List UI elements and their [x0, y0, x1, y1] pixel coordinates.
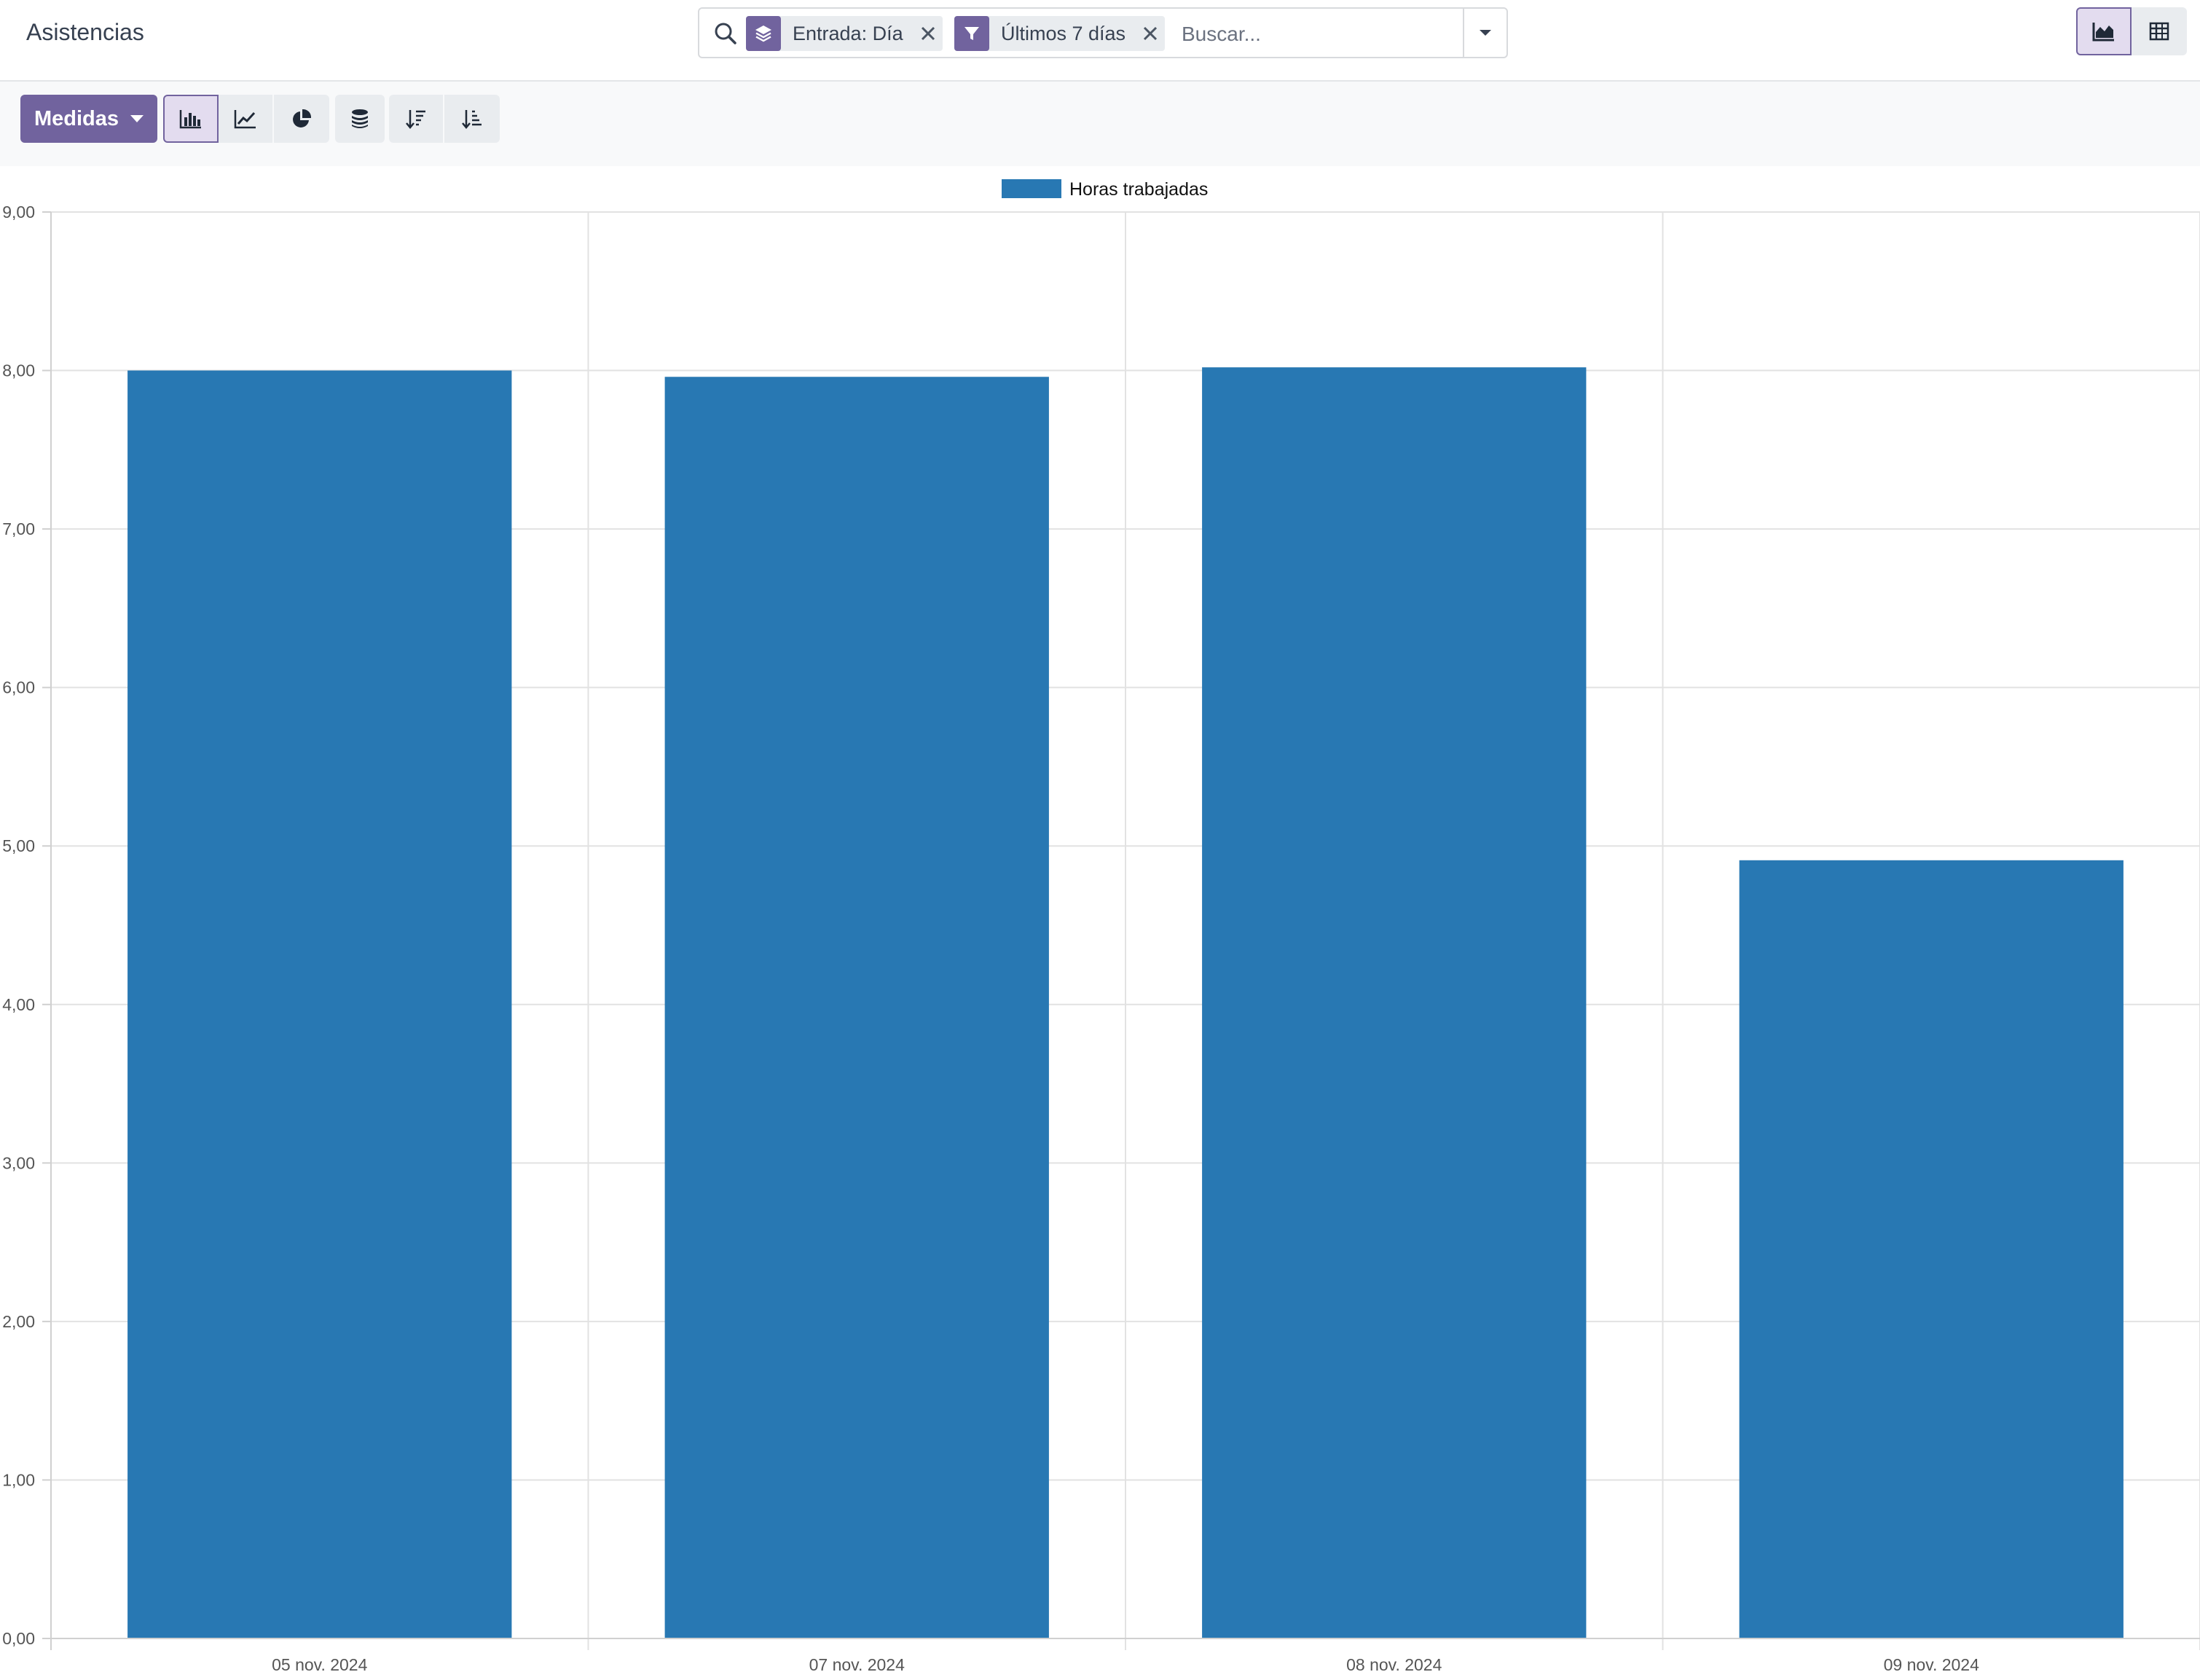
line-chart-button[interactable]	[219, 95, 274, 143]
page-title: Asistencias	[26, 19, 144, 45]
graph-view-icon	[2092, 23, 2114, 42]
y-tick-label: 6,00	[2, 678, 35, 697]
caret-down-icon	[1480, 30, 1491, 36]
view-switcher	[2076, 7, 2187, 55]
remove-facet-button[interactable]	[1136, 16, 1165, 51]
search-input[interactable]	[1180, 16, 1431, 52]
measures-dropdown-button[interactable]: Medidas	[20, 95, 157, 143]
layers-icon	[746, 16, 781, 51]
filter-icon	[954, 16, 989, 51]
bar[interactable]	[1202, 367, 1587, 1638]
remove-facet-button[interactable]	[914, 16, 943, 51]
y-tick-label: 9,00	[2, 203, 35, 221]
graph-toolbar: Medidas	[0, 82, 2200, 166]
search-facet-filter: Últimos 7 días	[954, 16, 1166, 51]
sort-ascending-icon	[462, 110, 482, 129]
x-tick-label: 09 nov. 2024	[1884, 1655, 1980, 1674]
bar-chart-icon	[179, 110, 201, 129]
stack-icon	[352, 109, 368, 128]
measures-label: Medidas	[34, 106, 119, 130]
y-tick-label: 8,00	[2, 361, 35, 380]
chart-type-group	[163, 95, 329, 143]
sort-descending-button[interactable]	[389, 95, 444, 143]
stack-group	[335, 95, 385, 143]
close-icon	[1144, 26, 1158, 41]
search-bar[interactable]: Entrada: Día Últimos 7 días	[698, 7, 1508, 58]
graph-view-button[interactable]	[2076, 7, 2132, 55]
y-tick-label: 4,00	[2, 995, 35, 1014]
bar[interactable]	[1739, 860, 2124, 1638]
pivot-view-icon	[2149, 22, 2169, 41]
search-icon	[712, 20, 739, 47]
stack-button[interactable]	[335, 95, 385, 143]
line-chart-icon	[234, 110, 256, 129]
y-tick-label: 2,00	[2, 1312, 35, 1331]
x-tick-label: 07 nov. 2024	[809, 1655, 905, 1674]
x-tick-label: 08 nov. 2024	[1346, 1655, 1442, 1674]
close-icon	[921, 26, 935, 41]
bar[interactable]	[664, 377, 1049, 1638]
chart-legend[interactable]: Horas trabajadas	[1002, 179, 1208, 200]
facet-label: Entrada: Día	[793, 22, 903, 44]
sort-descending-icon	[406, 110, 425, 129]
sort-group	[389, 95, 500, 143]
y-tick-label: 0,00	[2, 1629, 35, 1648]
bar-chart: 0,00 1,00 2,00 3,00 4,00 5,00 6,00 7,00 8,00 9,00…	[2, 179, 2200, 1674]
facet-label: Últimos 7 días	[1001, 22, 1126, 44]
search-options-toggle[interactable]	[1463, 9, 1506, 57]
y-tick-label: 3,00	[2, 1153, 35, 1172]
y-tick-label: 1,00	[2, 1470, 35, 1489]
legend-swatch	[1002, 179, 1061, 198]
y-tick-label: 5,00	[2, 836, 35, 855]
pie-chart-button[interactable]	[274, 95, 329, 143]
search-facet-groupby: Entrada: Día	[746, 16, 943, 51]
pivot-view-button[interactable]	[2132, 7, 2187, 55]
y-tick-label: 7,00	[2, 519, 35, 538]
bar[interactable]	[127, 370, 512, 1638]
bar-chart-button[interactable]	[163, 95, 219, 143]
pie-chart-icon	[293, 109, 312, 127]
legend-label: Horas trabajadas	[1069, 179, 1208, 200]
control-panel: Asistencias Entrada: Día Últimos 7 días …	[0, 0, 2200, 82]
caret-down-icon	[130, 115, 144, 122]
sort-ascending-button[interactable]	[444, 95, 500, 143]
x-tick-label: 05 nov. 2024	[272, 1655, 368, 1674]
